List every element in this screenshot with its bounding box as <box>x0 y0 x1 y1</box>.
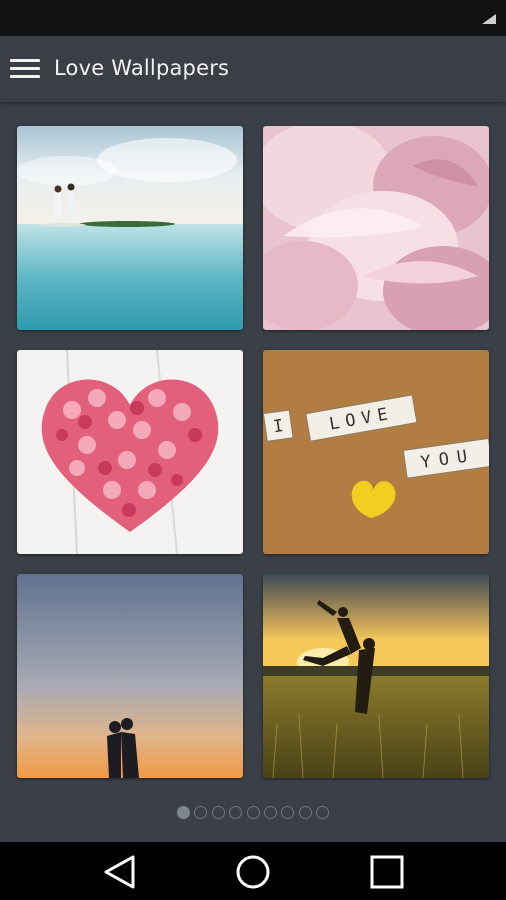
page-dot-3[interactable] <box>211 806 225 819</box>
app-bar: Love Wallpapers <box>0 36 506 102</box>
menu-icon[interactable] <box>10 57 42 81</box>
wallpaper-image <box>263 126 489 330</box>
page-dot-4[interactable] <box>229 806 243 819</box>
page-dot-1[interactable] <box>177 806 190 819</box>
page-indicator <box>0 806 506 824</box>
wallpaper-image <box>263 574 489 778</box>
wallpaper-tile-silhouette-kiss[interactable] <box>17 574 243 778</box>
wallpaper-grid: I LOVE YOU <box>0 102 506 796</box>
page-dot-5[interactable] <box>246 806 260 819</box>
page-dot-8[interactable] <box>298 806 312 819</box>
page-dot-2[interactable] <box>194 806 208 819</box>
navigation-bar <box>0 842 506 900</box>
wallpaper-tile-wheat-field[interactable] <box>263 574 489 778</box>
wallpaper-image: I LOVE YOU <box>263 350 489 554</box>
back-icon[interactable] <box>99 852 139 892</box>
signal-icon <box>482 14 496 24</box>
app-title: Love Wallpapers <box>54 56 230 80</box>
wallpaper-tile-couple-beach[interactable] <box>17 126 243 330</box>
wallpaper-tile-i-love-you[interactable]: I LOVE YOU <box>263 350 489 554</box>
recents-icon[interactable] <box>367 852 407 892</box>
wallpaper-tile-peony[interactable] <box>263 126 489 330</box>
wallpaper-image <box>17 350 243 554</box>
wallpaper-tile-rose-heart[interactable] <box>17 350 243 554</box>
page-dot-7[interactable] <box>281 806 295 819</box>
status-bar <box>0 0 506 36</box>
home-icon[interactable] <box>233 852 273 892</box>
page-dot-6[interactable] <box>263 806 277 819</box>
wallpaper-image <box>17 126 243 330</box>
wallpaper-image <box>17 574 243 778</box>
page-dot-9[interactable] <box>316 806 329 819</box>
